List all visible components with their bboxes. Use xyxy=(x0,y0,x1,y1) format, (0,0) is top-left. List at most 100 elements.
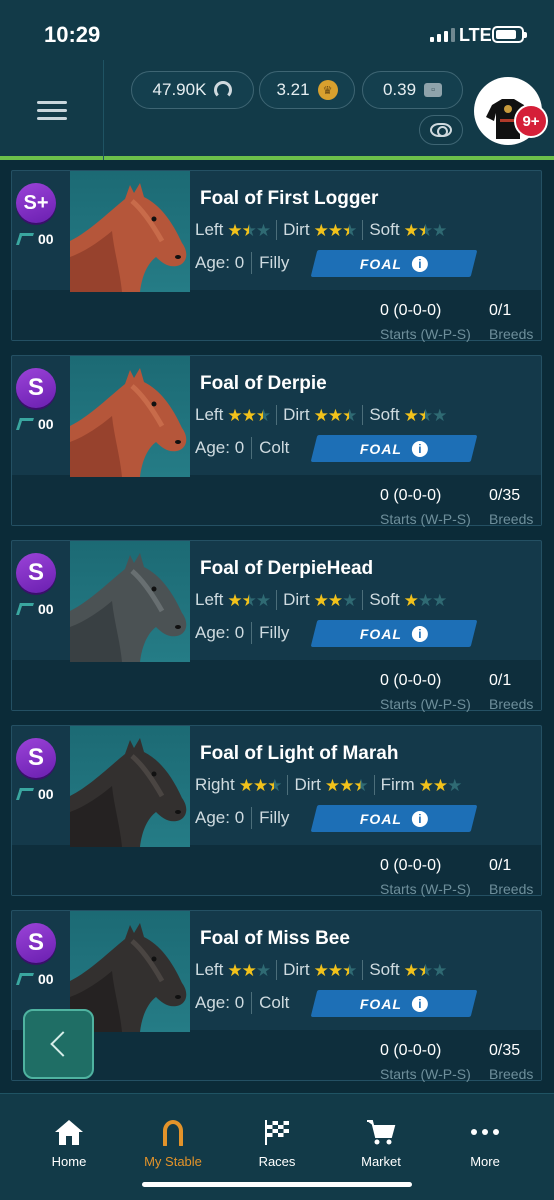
breeds-stat: 0/1 Breeds xyxy=(489,302,533,342)
foal-tag-button[interactable]: FOAL i xyxy=(310,990,478,1017)
star-icon: ★ xyxy=(313,590,329,610)
grade-badge: S+ xyxy=(16,183,56,223)
surface-ratings: Left ★ ★ ★ Dirt ★ ★ ★ Soft ★ ★ ★ xyxy=(195,217,452,243)
horse-portrait xyxy=(70,541,190,662)
breeds-value: 0/1 xyxy=(489,672,512,689)
breeds-label: Breeds xyxy=(489,1066,534,1082)
nav-label: My Stable xyxy=(144,1154,202,1169)
star-rating: ★ ★ ★ xyxy=(403,405,448,425)
nav-label: More xyxy=(470,1154,500,1169)
horse-head-image xyxy=(70,368,187,477)
star-rating: ★ ★ ★ xyxy=(227,960,271,980)
nav-races[interactable]: Races xyxy=(227,1094,327,1174)
surface-rating: Left ★ ★ ★ xyxy=(195,220,276,240)
foal-tag-button[interactable]: FOAL i xyxy=(310,620,478,647)
star-rating: ★ ★ ★ xyxy=(227,220,271,240)
visibility-toggle-button[interactable] xyxy=(419,115,463,145)
star-icon: ★ xyxy=(403,960,419,980)
horse-meta: Age: 0 Filly xyxy=(195,620,289,646)
foal-tag-label: FOAL xyxy=(359,255,403,272)
star-icon: ★ xyxy=(227,220,242,240)
horse-head-image xyxy=(70,183,187,292)
star-icon: ★ xyxy=(227,405,242,425)
age-label: Age: 0 xyxy=(195,438,245,457)
info-icon: i xyxy=(412,995,429,1012)
info-icon: i xyxy=(412,255,429,272)
ticket-icon: ▫ xyxy=(424,83,443,97)
horse-portrait xyxy=(70,356,190,477)
surface-label: Soft xyxy=(369,590,400,609)
star-rating: ★ ★ ★ xyxy=(403,220,448,240)
currency-pill-crown[interactable]: 3.21 ♛ xyxy=(259,71,355,109)
breeds-label: Breeds xyxy=(489,696,534,712)
star-rating: ★ ★ ★ xyxy=(324,775,369,795)
star-icon: ★ xyxy=(241,960,257,980)
horse-card[interactable]: S+ 00 Foal of First Logger Left ★ ★ ★ Dirt ★ ★ ★ So… xyxy=(11,170,542,342)
surface-rating: Soft ★ ★ ★ xyxy=(362,590,452,610)
status-time: 10:29 xyxy=(44,22,101,47)
currency-pill-horseshoe[interactable]: 47.90K xyxy=(131,71,254,109)
surface-label: Dirt xyxy=(294,775,321,794)
nav-my-stable[interactable]: My Stable xyxy=(123,1094,223,1174)
surface-label: Left xyxy=(195,220,224,239)
sex-label: Filly xyxy=(259,623,290,642)
horse-meta: Age: 0 Colt xyxy=(195,435,289,461)
foal-tag-button[interactable]: FOAL i xyxy=(310,435,478,462)
surface-rating: Left ★ ★ ★ xyxy=(195,960,276,980)
star-icon: ★ xyxy=(353,775,368,795)
starts-label: Starts (W-P-S) xyxy=(380,326,471,342)
sex-label: Colt xyxy=(259,438,290,457)
currency-value: 47.90K xyxy=(152,80,207,99)
nav-home[interactable]: Home xyxy=(19,1094,119,1174)
horse-meta: Age: 0 Colt xyxy=(195,990,289,1016)
foal-tag-button[interactable]: FOAL i xyxy=(310,250,478,277)
star-icon: ★ xyxy=(252,775,268,795)
horse-card[interactable]: S 00 Foal of DerpieHead Left ★ ★ ★ Dirt ★ ★ ★ Soft ★… xyxy=(11,540,542,712)
starts-stat: 0 (0-0-0) Starts (W-P-S) xyxy=(380,487,471,527)
grade-badge: S xyxy=(16,368,56,408)
star-icon: ★ xyxy=(238,775,254,795)
speed-icon xyxy=(16,973,34,985)
home-indicator xyxy=(142,1182,412,1187)
speed-icon xyxy=(16,603,34,615)
horse-card[interactable]: S 00 Foal of Light of Marah Right ★ ★ ★ Dirt ★ ★ ★… xyxy=(11,725,542,897)
sex-label: Filly xyxy=(259,253,290,272)
star-icon: ★ xyxy=(447,775,462,795)
horse-meta: Age: 0 Filly xyxy=(195,250,289,276)
surface-rating: Dirt ★ ★ ★ xyxy=(276,590,362,610)
notification-badge[interactable]: 9+ xyxy=(514,104,548,138)
star-icon: ★ xyxy=(255,590,271,610)
speed-stat: 00 xyxy=(16,601,54,617)
hamburger-menu-button[interactable] xyxy=(0,60,104,160)
nav-more[interactable]: More xyxy=(435,1094,535,1174)
surface-ratings: Right ★ ★ ★ Dirt ★ ★ ★ Firm ★ ★ ★ xyxy=(195,772,467,798)
breeds-value: 0/1 xyxy=(489,302,512,319)
surface-label: Dirt xyxy=(283,220,310,239)
horse-portrait xyxy=(70,171,190,292)
horse-card[interactable]: S 00 Foal of Derpie Left ★ ★ ★ Dirt ★ ★ ★ Soft ★ ★ ★ Ag… xyxy=(11,355,542,527)
horse-meta: Age: 0 Filly xyxy=(195,805,289,831)
surface-label: Dirt xyxy=(283,590,310,609)
breeds-label: Breeds xyxy=(489,881,534,897)
star-icon: ★ xyxy=(342,405,357,425)
surface-label: Dirt xyxy=(283,405,310,424)
back-button[interactable] xyxy=(23,1009,94,1079)
horse-head-image xyxy=(70,553,187,662)
star-icon: ★ xyxy=(324,775,340,795)
star-icon: ★ xyxy=(227,590,242,610)
breeds-stat: 0/35 Breeds xyxy=(489,487,533,527)
breeds-stat: 0/35 Breeds xyxy=(489,1042,533,1082)
chevron-left-icon xyxy=(49,1031,76,1057)
star-rating: ★ ★ ★ xyxy=(403,960,448,980)
star-icon: ★ xyxy=(241,405,257,425)
star-icon: ★ xyxy=(432,220,447,240)
eye-icon xyxy=(430,123,452,137)
star-icon: ★ xyxy=(403,220,419,240)
breeds-value: 0/35 xyxy=(489,487,521,504)
star-icon: ★ xyxy=(403,405,419,425)
foal-tag-button[interactable]: FOAL i xyxy=(310,805,478,832)
currency-pill-ticket[interactable]: 0.39 ▫ xyxy=(362,71,463,109)
breeds-stat: 0/1 Breeds xyxy=(489,672,533,712)
more-dots-icon xyxy=(469,1118,501,1146)
nav-market[interactable]: Market xyxy=(331,1094,431,1174)
